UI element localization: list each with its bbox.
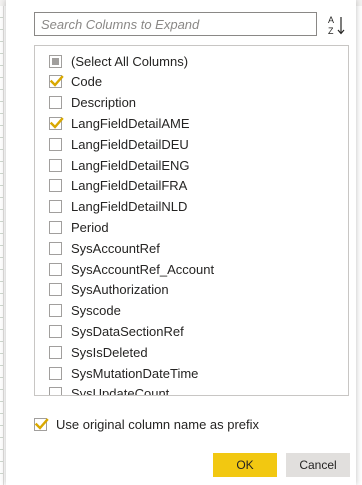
column-checkbox[interactable]: [49, 345, 62, 359]
column-list-item[interactable]: Description: [49, 93, 136, 113]
column-list[interactable]: (Select All Columns) Code Description LangF…: [34, 45, 349, 396]
column-list-item[interactable]: Code: [49, 72, 102, 92]
column-checkbox[interactable]: [49, 366, 62, 380]
checkmark-icon: [34, 417, 49, 430]
svg-text:A: A: [328, 15, 334, 25]
column-label: SysAccountRef_Account: [71, 261, 215, 277]
column-list-item[interactable]: SysAccountRef: [49, 238, 160, 258]
column-label: Description: [71, 95, 137, 111]
background-grid-edge: [0, 6, 4, 485]
column-list-item[interactable]: LangFieldDetailNLD: [49, 197, 187, 217]
column-list-item[interactable]: LangFieldDetailDEU: [49, 134, 189, 154]
column-label: LangFieldDetailFRA: [71, 178, 188, 194]
column-list-item[interactable]: Syscode: [49, 301, 121, 321]
column-checkbox[interactable]: [49, 179, 62, 193]
search-box[interactable]: [34, 12, 317, 36]
column-list-item[interactable]: LangFieldDetailAME: [49, 113, 190, 133]
svg-text:Z: Z: [328, 26, 334, 36]
column-label: LangFieldDetailNLD: [71, 199, 188, 215]
column-list-item[interactable]: SysAccountRef_Account: [49, 259, 214, 279]
column-list-item[interactable]: SysUpdateCount: [49, 384, 170, 396]
column-list-item[interactable]: SysDataSectionRef: [49, 321, 184, 341]
checkmark-icon: [49, 75, 64, 88]
column-checkbox[interactable]: [49, 96, 62, 110]
expand-columns-panel: A Z (Select All Columns) Code Description L…: [6, 0, 356, 485]
column-checkbox[interactable]: [49, 324, 62, 338]
column-label: LangFieldDetailAME: [71, 115, 190, 131]
column-checkbox[interactable]: [49, 54, 62, 68]
column-label: Syscode: [71, 303, 121, 319]
column-label: SysAccountRef: [71, 240, 160, 256]
sort-az-icon: A Z: [328, 15, 345, 36]
prefix-label: Use original column name as prefix: [56, 416, 260, 432]
column-label: LangFieldDetailDEU: [71, 136, 189, 152]
column-list-item[interactable]: Period: [49, 217, 109, 237]
column-label: SysAuthorization: [71, 282, 169, 298]
column-checkbox[interactable]: [49, 200, 62, 214]
cancel-button[interactable]: Cancel: [286, 453, 350, 477]
column-checkbox[interactable]: [49, 387, 62, 395]
column-label: SysIsDeleted: [71, 344, 148, 360]
column-checkbox[interactable]: [49, 137, 62, 151]
column-list-item[interactable]: SysAuthorization: [49, 280, 169, 300]
column-list-item[interactable]: SysMutationDateTime: [49, 363, 198, 383]
column-list-item[interactable]: LangFieldDetailENG: [49, 155, 190, 175]
column-label: SysMutationDateTime: [71, 365, 199, 381]
column-checkbox[interactable]: [49, 75, 64, 89]
column-label: Period: [71, 219, 109, 235]
column-checkbox[interactable]: [49, 304, 62, 318]
prefix-option[interactable]: Use original column name as prefix: [34, 414, 259, 434]
column-label: LangFieldDetailENG: [71, 157, 190, 173]
column-label: SysDataSectionRef: [71, 323, 184, 339]
column-checkbox[interactable]: [49, 220, 62, 234]
column-label: (Select All Columns): [71, 53, 189, 69]
column-label: Code: [71, 74, 103, 90]
column-checkbox[interactable]: [49, 262, 62, 276]
column-checkbox[interactable]: [49, 283, 62, 297]
column-checkbox[interactable]: [49, 116, 64, 130]
sort-button[interactable]: A Z: [324, 12, 350, 38]
prefix-checkbox[interactable]: [34, 417, 49, 431]
ok-button[interactable]: OK: [213, 453, 277, 477]
column-list-item[interactable]: (Select All Columns): [49, 51, 188, 71]
column-list-item[interactable]: SysIsDeleted: [49, 342, 148, 362]
checkmark-icon: [49, 117, 64, 129]
column-checkbox[interactable]: [49, 158, 62, 172]
column-label: SysUpdateCount: [71, 386, 170, 396]
column-checkbox[interactable]: [49, 241, 62, 255]
search-input[interactable]: [41, 13, 316, 35]
column-list-item[interactable]: LangFieldDetailFRA: [49, 176, 187, 196]
